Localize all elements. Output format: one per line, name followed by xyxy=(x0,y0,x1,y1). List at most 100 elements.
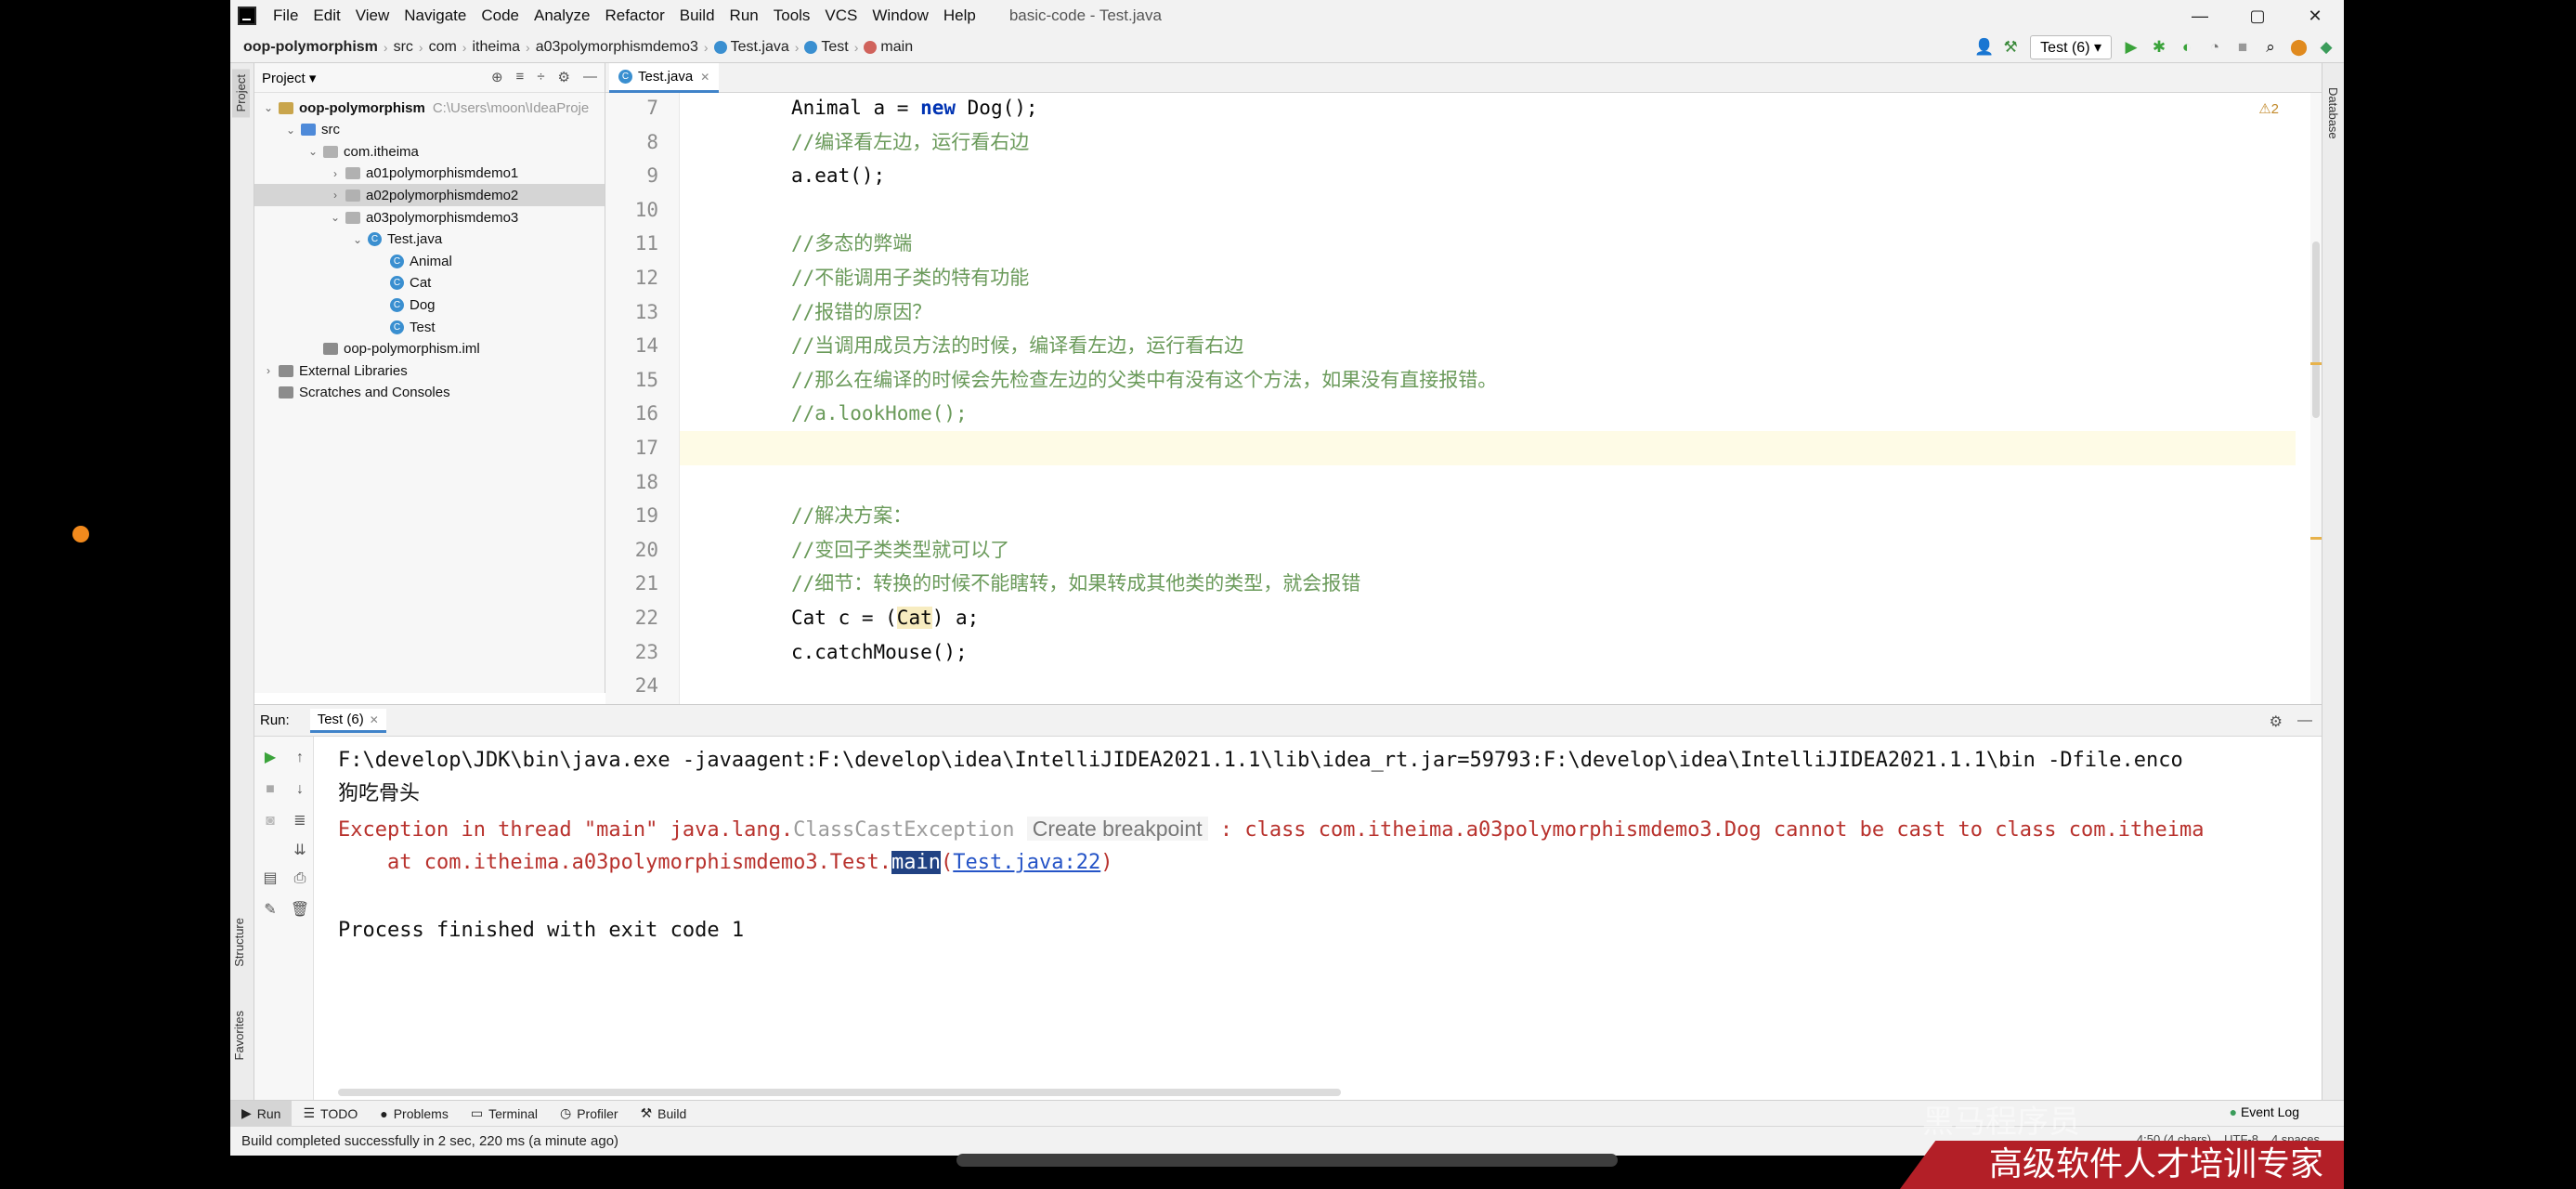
code-line[interactable]: //变回子类类型就可以了 xyxy=(680,533,2296,568)
clear-console-icon[interactable]: 🗑 xyxy=(290,900,310,921)
collapse-all-icon[interactable]: ÷ xyxy=(537,69,544,85)
menu-build[interactable]: Build xyxy=(672,7,722,25)
chevron-down-icon[interactable]: ⌄ xyxy=(262,101,275,114)
chevron-right-icon[interactable]: › xyxy=(262,364,275,377)
menu-help[interactable]: Help xyxy=(936,7,983,25)
code-line[interactable]: //那么在编译的时候会先检查左边的父类中有没有这个方法，如果没有直接报错。 xyxy=(680,363,2296,398)
hide-run-panel-icon[interactable]: — xyxy=(2297,712,2312,731)
run-tab-test[interactable]: Test (6) ✕ xyxy=(309,708,386,733)
close-tab-icon[interactable]: ✕ xyxy=(700,71,709,84)
code-line[interactable] xyxy=(680,193,2296,228)
breadcrumb-project[interactable]: oop-polymorphism xyxy=(230,39,384,56)
tree-item[interactable]: ⌄ C Test.java xyxy=(254,229,605,251)
stack-source-link[interactable]: Test.java:22 xyxy=(953,851,1100,874)
breadcrumb-file[interactable]: Test.java xyxy=(709,39,795,56)
tree-item[interactable]: oop-polymorphism.iml xyxy=(254,338,605,360)
video-progress-bar[interactable] xyxy=(956,1154,1618,1167)
locate-icon[interactable]: ⊕ xyxy=(491,69,503,85)
code-line[interactable]: //解决方案： xyxy=(680,499,2296,533)
breadcrumb-method[interactable]: main xyxy=(858,39,918,56)
code-line[interactable]: //细节：转换的时候不能瞎转，如果转成其他类的类型，就会报错 xyxy=(680,567,2296,601)
code-line[interactable]: //a.lookHome(); xyxy=(680,397,2296,431)
close-window-button[interactable]: ✕ xyxy=(2286,0,2344,32)
profiler-tool-button[interactable]: ◷ Profiler xyxy=(549,1105,630,1121)
run-settings-gear-icon[interactable]: ⚙ xyxy=(2270,712,2283,731)
menu-window[interactable]: Window xyxy=(865,7,935,25)
project-view-select[interactable]: Project ▾ xyxy=(262,70,316,86)
favorites-tool-tab[interactable]: Favorites xyxy=(232,1011,246,1060)
todo-tool-button[interactable]: ☰ TODO xyxy=(292,1105,369,1121)
chevron-right-icon[interactable]: › xyxy=(329,189,342,202)
exception-class-link[interactable]: ClassCastException xyxy=(793,818,1014,842)
console-horizontal-scrollbar[interactable] xyxy=(338,1089,1341,1096)
chevron-down-icon[interactable]: ⌄ xyxy=(306,145,319,158)
maximize-button[interactable]: ▢ xyxy=(2229,0,2286,32)
update-icon[interactable]: ⬤ xyxy=(2290,39,2308,56)
structure-tool-tab[interactable]: Structure xyxy=(232,918,246,967)
run-tool-button[interactable]: ▶ Run xyxy=(230,1100,293,1127)
user-icon[interactable]: 👤 xyxy=(1974,39,1994,56)
run-icon[interactable]: ▶ xyxy=(2123,39,2140,56)
editor-tab-test-java[interactable]: C Test.java ✕ xyxy=(609,63,720,93)
code-line[interactable] xyxy=(680,465,2296,500)
expand-all-icon[interactable]: ≡ xyxy=(516,69,525,85)
code-line[interactable]: //当调用成员方法的时候，编译看左边，运行看右边 xyxy=(680,329,2296,363)
breadcrumb-src[interactable]: src xyxy=(388,39,419,56)
code-line[interactable]: //报错的原因？ xyxy=(680,295,2296,330)
project-tool-tab[interactable]: Project xyxy=(232,69,250,118)
create-breakpoint-tooltip[interactable]: Create breakpoint xyxy=(1026,817,1208,841)
minimize-button[interactable]: — xyxy=(2171,0,2229,32)
code-line[interactable]: c.catchMouse(); xyxy=(680,635,2296,670)
tree-item[interactable]: Scratches and Consoles xyxy=(254,382,605,404)
tree-item[interactable]: ⌄ com.itheima xyxy=(254,140,605,163)
search-icon[interactable]: ⌕ xyxy=(2262,39,2279,56)
stop-icon[interactable]: ■ xyxy=(2234,39,2251,56)
menu-edit[interactable]: Edit xyxy=(306,7,347,25)
warnings-indicator[interactable]: ⚠2 xyxy=(2258,100,2279,117)
event-log-button[interactable]: ● Event Log xyxy=(2230,1104,2299,1119)
menu-code[interactable]: Code xyxy=(474,7,527,25)
camera-icon[interactable]: ◙ xyxy=(260,811,280,831)
menu-vcs[interactable]: VCS xyxy=(817,7,865,25)
scroll-down-icon[interactable]: ↓ xyxy=(290,779,310,800)
breadcrumb-com[interactable]: com xyxy=(423,39,462,56)
rerun-icon[interactable]: ▶ xyxy=(260,748,280,768)
code-line[interactable]: Animal a = new Dog(); xyxy=(680,93,2296,125)
editor-scrollbar[interactable] xyxy=(2310,93,2322,704)
tree-item[interactable]: › External Libraries xyxy=(254,359,605,382)
terminal-tool-button[interactable]: ▭ Terminal xyxy=(460,1105,549,1121)
run-config-select[interactable]: Test (6) ▾ xyxy=(2030,35,2112,59)
layout-icon[interactable]: ▤ xyxy=(260,869,280,889)
tree-item[interactable]: ⌄ oop-polymorphism C:\Users\moon\IdeaProje xyxy=(254,97,605,119)
code-area[interactable]: Animal a = new Dog();//编译看左边，运行看右边 a.eat(… xyxy=(680,93,2296,704)
soft-wrap-icon[interactable]: ≣ xyxy=(290,811,310,831)
coverage-icon[interactable]: ◐ xyxy=(2179,39,2195,56)
profile-icon[interactable]: ◔ xyxy=(2206,39,2223,56)
tree-item[interactable]: › a01polymorphismdemo1 xyxy=(254,163,605,185)
chevron-down-icon[interactable]: ⌄ xyxy=(284,124,297,137)
code-line[interactable]: a.eat(); xyxy=(680,159,2296,193)
chevron-down-icon[interactable]: ⌄ xyxy=(351,233,364,246)
code-line[interactable]: //多态的弊端 xyxy=(680,227,2296,261)
editor-scrollbar-thumb[interactable] xyxy=(2312,242,2320,418)
build-tool-button[interactable]: ⚒ Build xyxy=(630,1105,698,1121)
scroll-up-icon[interactable]: ↑ xyxy=(290,748,310,768)
tree-item[interactable]: C Test xyxy=(254,316,605,338)
tree-item[interactable]: C Dog xyxy=(254,294,605,316)
menu-navigate[interactable]: Navigate xyxy=(397,7,474,25)
database-tool-tab[interactable]: Database xyxy=(2326,87,2340,139)
close-run-tab-icon[interactable]: ✕ xyxy=(370,713,379,726)
debug-icon[interactable]: ✱ xyxy=(2151,39,2167,56)
breadcrumb-package[interactable]: a03polymorphismdemo3 xyxy=(530,39,704,56)
chevron-right-icon[interactable]: › xyxy=(329,167,342,180)
tree-item[interactable]: ⌄ src xyxy=(254,119,605,141)
code-line[interactable] xyxy=(680,431,2296,465)
problems-tool-button[interactable]: ● Problems xyxy=(369,1106,460,1121)
code-line[interactable]: //不能调用子类的特有功能 xyxy=(680,261,2296,295)
tree-item[interactable]: ⌄ a03polymorphismdemo3 xyxy=(254,206,605,229)
hide-panel-icon[interactable]: — xyxy=(583,69,597,85)
settings-gear-icon[interactable]: ⚙ xyxy=(558,69,570,85)
code-line[interactable]: //编译看左边，运行看右边 xyxy=(680,125,2296,160)
plugin-icon[interactable]: ◆ xyxy=(2318,39,2335,56)
chevron-down-icon[interactable]: ⌄ xyxy=(329,211,342,224)
